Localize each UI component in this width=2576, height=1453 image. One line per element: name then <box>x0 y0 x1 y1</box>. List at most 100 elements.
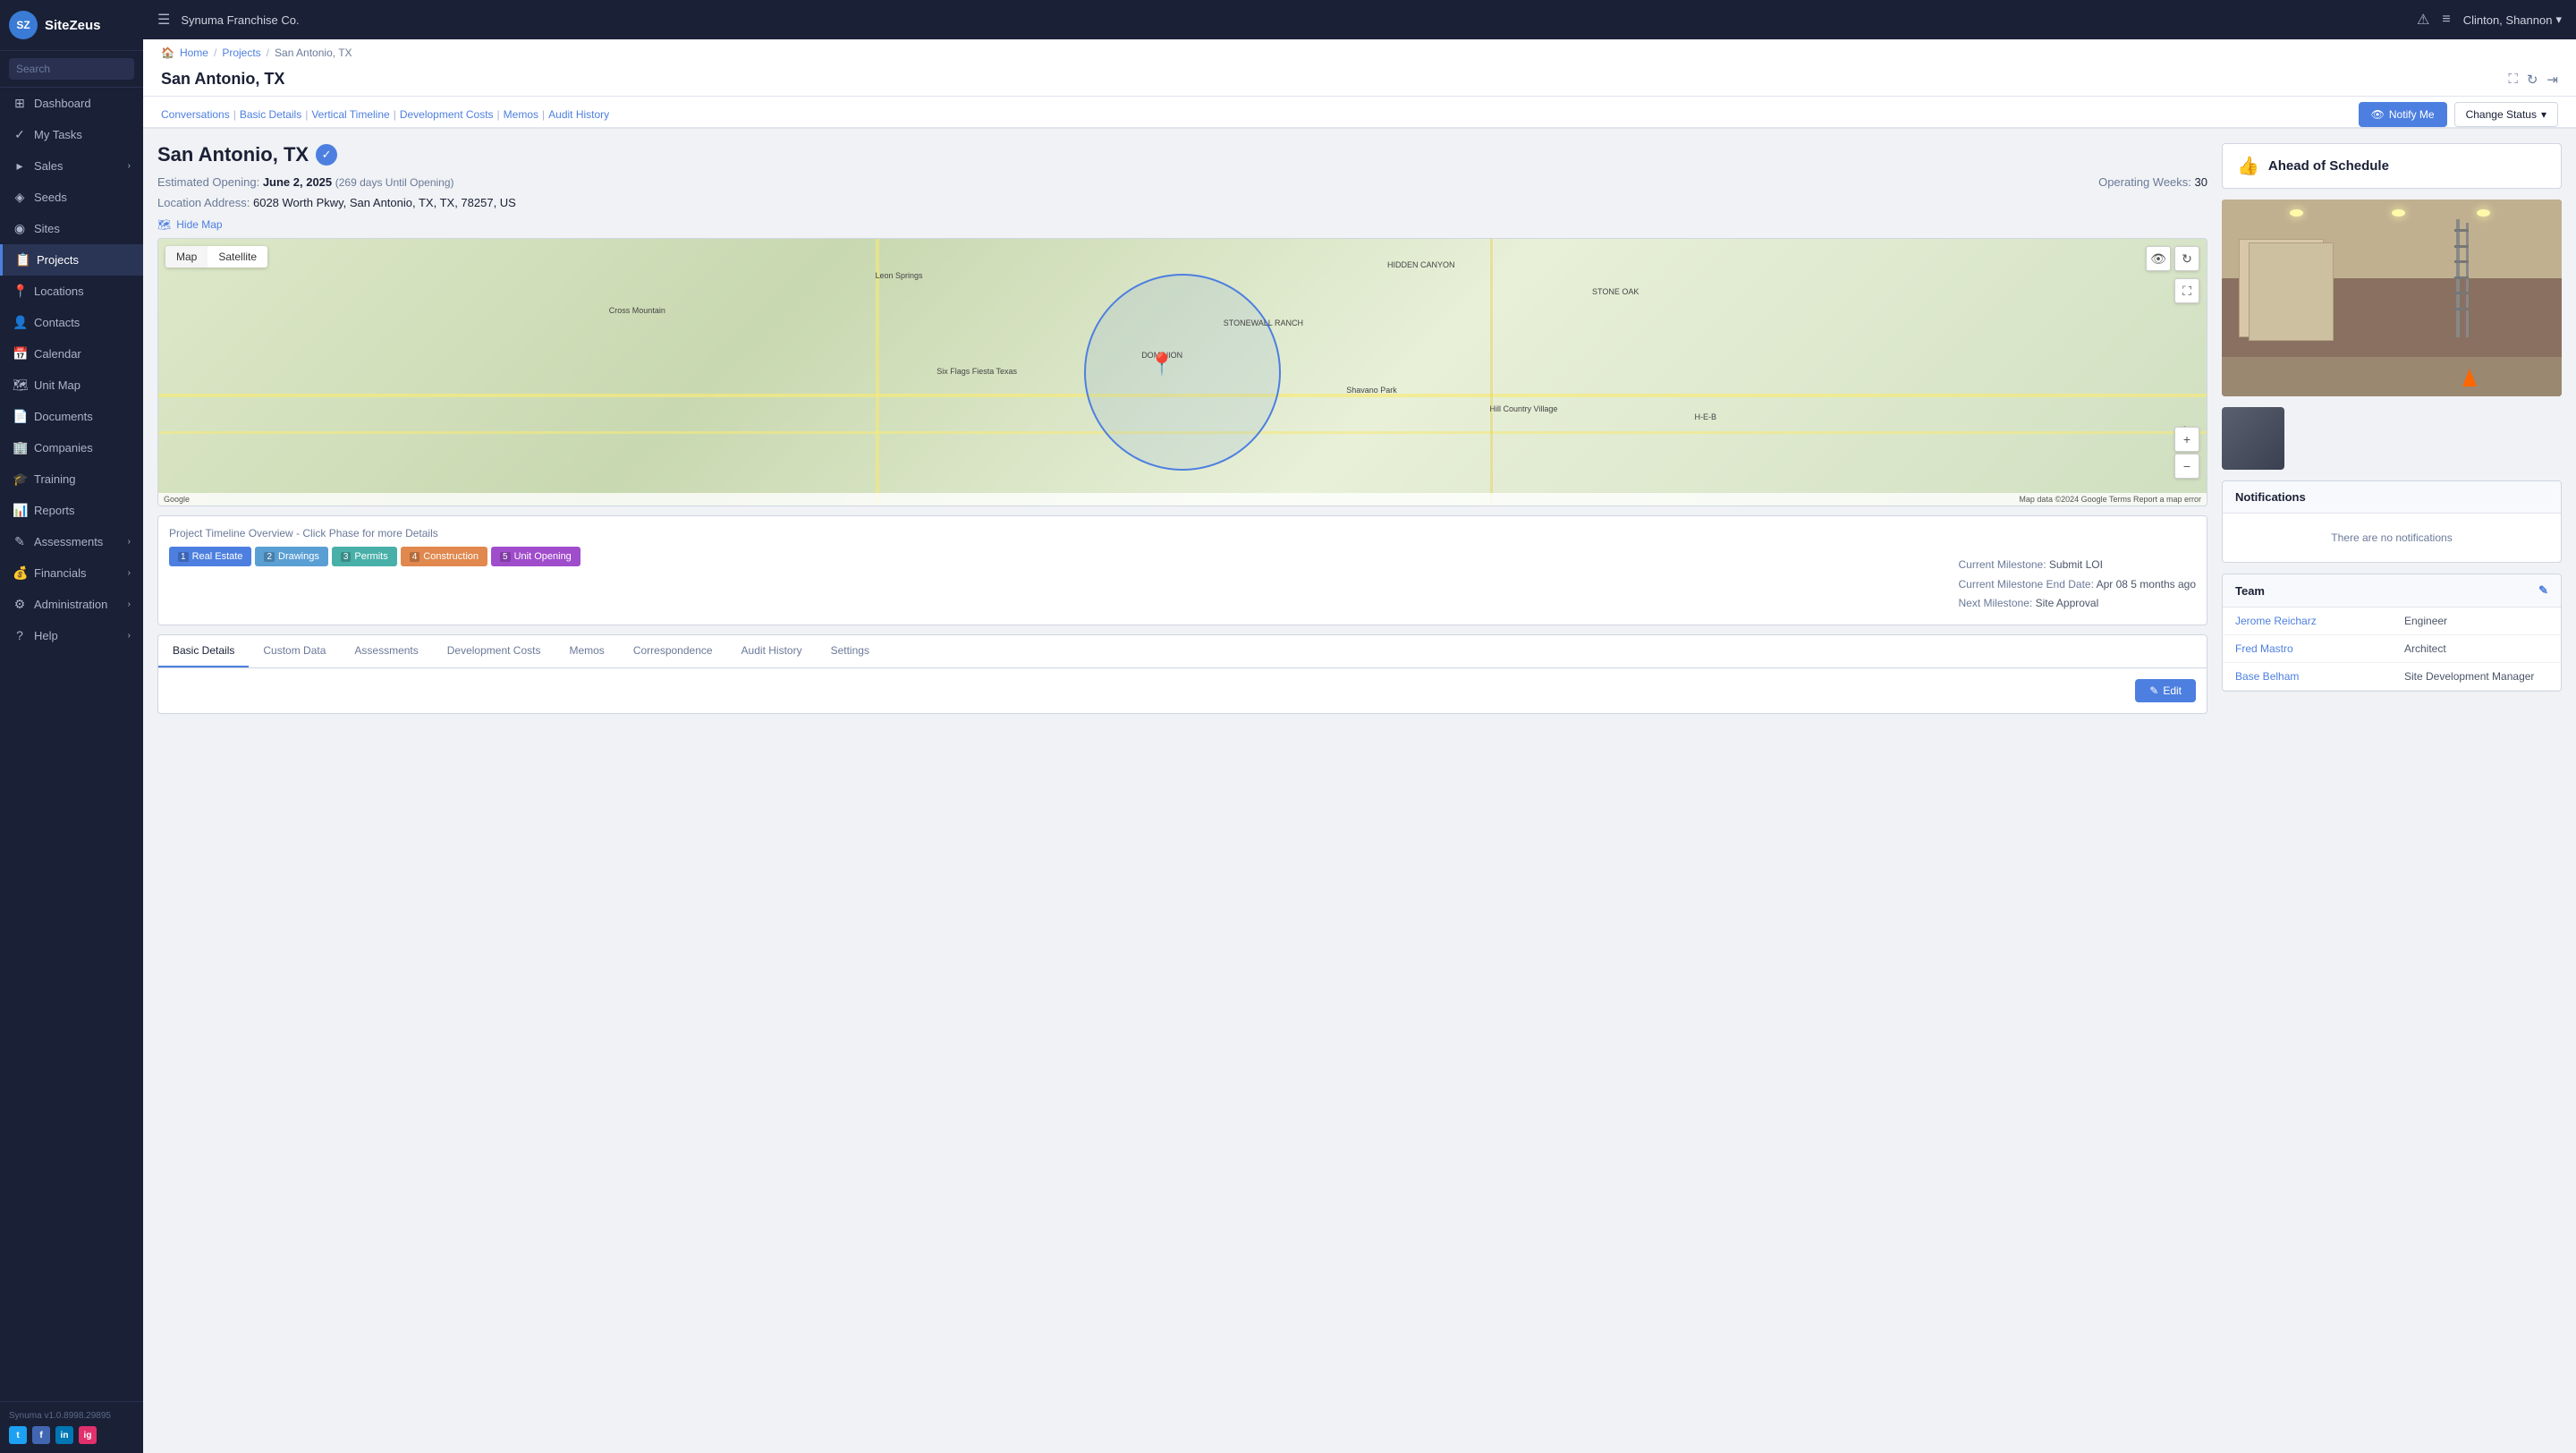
timeline-phases: 1 Real Estate 2 Drawings 3 Permits <box>169 547 580 566</box>
team-edit-button[interactable]: ✎ <box>2538 583 2548 598</box>
team-member-name-2[interactable]: Fred Mastro <box>2223 635 2392 662</box>
photo-thumb-1[interactable] <box>2222 407 2284 470</box>
phase-construction[interactable]: 4 Construction <box>401 547 487 566</box>
table-row: Fred Mastro Architect <box>2223 635 2561 663</box>
map-controls: 👁 ↻ <box>2146 246 2199 271</box>
change-status-button[interactable]: Change Status ▾ <box>2454 102 2558 127</box>
sub-nav-actions: 👁 Notify Me Change Status ▾ <box>2359 102 2558 127</box>
team-member-name-1[interactable]: Jerome Reicharz <box>2223 608 2392 634</box>
map-label-heb: H-E-B <box>1695 412 1717 421</box>
sidebar-item-financials[interactable]: 💰 Financials › <box>0 557 143 589</box>
sidebar-item-training[interactable]: 🎓 Training <box>0 463 143 495</box>
sidebar-item-documents[interactable]: 📄 Documents <box>0 401 143 432</box>
sub-nav-links: Conversations | Basic Details | Vertical… <box>161 106 609 123</box>
phase-permits[interactable]: 3 Permits <box>332 547 397 566</box>
logo-text: SiteZeus <box>45 18 101 33</box>
unit-map-icon: 🗺 <box>13 378 27 393</box>
zoom-in-button[interactable]: + <box>2174 427 2199 452</box>
sites-icon: ◉ <box>13 221 27 236</box>
sidebar-item-assessments[interactable]: ✎ Assessments › <box>0 526 143 557</box>
sidebar-item-unit-map[interactable]: 🗺 Unit Map <box>0 370 143 401</box>
map-label-stone-oak: STONE OAK <box>1592 287 1639 296</box>
messages-icon[interactable]: ≡ <box>2442 12 2450 28</box>
sidebar: SZ SiteZeus ⊞ Dashboard ✓ My Tasks ▸ Sal… <box>0 0 143 1453</box>
sidebar-item-sites[interactable]: ◉ Sites <box>0 213 143 244</box>
phase-real-estate[interactable]: 1 Real Estate <box>169 547 251 566</box>
tab-assessments[interactable]: Assessments <box>340 635 432 667</box>
map-eye-button[interactable]: 👁 <box>2146 246 2171 271</box>
breadcrumb-home[interactable]: Home <box>180 47 208 59</box>
sub-nav-basic-details[interactable]: Basic Details <box>240 106 301 123</box>
info-row-opening: Estimated Opening: June 2, 2025 (269 day… <box>157 175 2207 189</box>
map-label-hcv: Hill Country Village <box>1490 404 1558 413</box>
zoom-out-button[interactable]: − <box>2174 454 2199 479</box>
sidebar-item-companies[interactable]: 🏢 Companies <box>0 432 143 463</box>
sub-nav-development-costs[interactable]: Development Costs <box>400 106 494 123</box>
tab-correspondence[interactable]: Correspondence <box>619 635 727 667</box>
tab-content: ✎ Edit <box>158 668 2207 713</box>
sidebar-item-calendar[interactable]: 📅 Calendar <box>0 338 143 370</box>
tab-custom-data[interactable]: Custom Data <box>249 635 340 667</box>
operating-weeks-value: 30 <box>2195 175 2207 189</box>
sub-nav-conversations[interactable]: Conversations <box>161 106 230 123</box>
notify-me-button[interactable]: 👁 Notify Me <box>2359 102 2447 127</box>
administration-icon: ⚙ <box>13 597 27 612</box>
sidebar-item-seeds[interactable]: ◈ Seeds <box>0 182 143 213</box>
sidebar-item-sales[interactable]: ▸ Sales › <box>0 150 143 182</box>
sidebar-item-help[interactable]: ? Help › <box>0 620 143 650</box>
map-label-fiesta: Six Flags Fiesta Texas <box>936 367 1017 376</box>
map-tab-map[interactable]: Map <box>165 246 208 268</box>
linkedin-icon[interactable]: in <box>55 1426 73 1444</box>
breadcrumb-projects[interactable]: Projects <box>222 47 260 59</box>
sidebar-item-contacts[interactable]: 👤 Contacts <box>0 307 143 338</box>
topbar: ☰ Synuma Franchise Co. ⚠ ≡ Clinton, Shan… <box>143 0 2576 39</box>
facebook-icon[interactable]: f <box>32 1426 50 1444</box>
help-icon: ? <box>13 628 27 642</box>
sub-nav-audit-history[interactable]: Audit History <box>548 106 609 123</box>
topbar-right: ⚠ ≡ Clinton, Shannon ▾ <box>2417 11 2562 29</box>
sidebar-item-locations[interactable]: 📍 Locations <box>0 276 143 307</box>
detach-icon[interactable]: ⇥ <box>2546 72 2558 88</box>
sidebar-item-my-tasks[interactable]: ✓ My Tasks <box>0 119 143 150</box>
milestone-info: Current Milestone: Submit LOI Current Mi… <box>1959 556 2196 614</box>
map-expand-button[interactable]: ⛶ <box>2174 278 2199 303</box>
edit-button[interactable]: ✎ Edit <box>2135 679 2196 702</box>
sub-nav-memos[interactable]: Memos <box>504 106 538 123</box>
sidebar-item-administration[interactable]: ⚙ Administration › <box>0 589 143 620</box>
main-area: ☰ Synuma Franchise Co. ⚠ ≡ Clinton, Shan… <box>143 0 2576 1453</box>
map-refresh-button[interactable]: ↻ <box>2174 246 2199 271</box>
table-row: Base Belham Site Development Manager <box>2223 663 2561 691</box>
instagram-icon[interactable]: ig <box>79 1426 97 1444</box>
map-radius-circle <box>1084 274 1281 471</box>
tab-settings[interactable]: Settings <box>817 635 884 667</box>
tab-basic-details[interactable]: Basic Details <box>158 635 249 667</box>
phase-unit-opening[interactable]: 5 Unit Opening <box>491 547 580 566</box>
sidebar-item-label: Training <box>34 472 75 486</box>
twitter-icon[interactable]: t <box>9 1426 27 1444</box>
user-name[interactable]: Clinton, Shannon ▾ <box>2463 13 2562 27</box>
menu-toggle[interactable]: ☰ <box>157 11 170 29</box>
sidebar-item-dashboard[interactable]: ⊞ Dashboard <box>0 88 143 119</box>
expand-icon[interactable]: ⛶ <box>2508 72 2518 88</box>
refresh-icon[interactable]: ↻ <box>2527 72 2538 88</box>
sidebar-item-label: Reports <box>34 504 75 517</box>
team-member-name-3[interactable]: Base Belham <box>2223 663 2392 690</box>
sidebar-item-reports[interactable]: 📊 Reports <box>0 495 143 526</box>
search-input[interactable] <box>9 58 134 80</box>
tab-audit-history[interactable]: Audit History <box>727 635 817 667</box>
phase-drawings[interactable]: 2 Drawings <box>255 547 327 566</box>
main-photo[interactable] <box>2222 200 2562 396</box>
tab-development-costs[interactable]: Development Costs <box>433 635 555 667</box>
sidebar-item-projects[interactable]: 📋 Projects <box>0 244 143 276</box>
tab-memos[interactable]: Memos <box>555 635 618 667</box>
sub-nav-vertical-timeline[interactable]: Vertical Timeline <box>311 106 389 123</box>
map-tab-satellite[interactable]: Satellite <box>208 246 267 268</box>
alert-icon[interactable]: ⚠ <box>2417 11 2429 29</box>
notifications-panel: Notifications There are no notifications <box>2222 480 2562 563</box>
table-row: Jerome Reicharz Engineer <box>2223 608 2561 635</box>
map-label-hidden-canyon: HIDDEN CANYON <box>1387 260 1455 269</box>
map-container: Map Satellite 👁 ↻ ⛶ <box>157 238 2207 506</box>
map-pin: 📍 <box>1148 352 1175 378</box>
page-title: San Antonio, TX <box>161 70 284 89</box>
map-toggle[interactable]: 🗺 Hide Map <box>157 218 2207 231</box>
